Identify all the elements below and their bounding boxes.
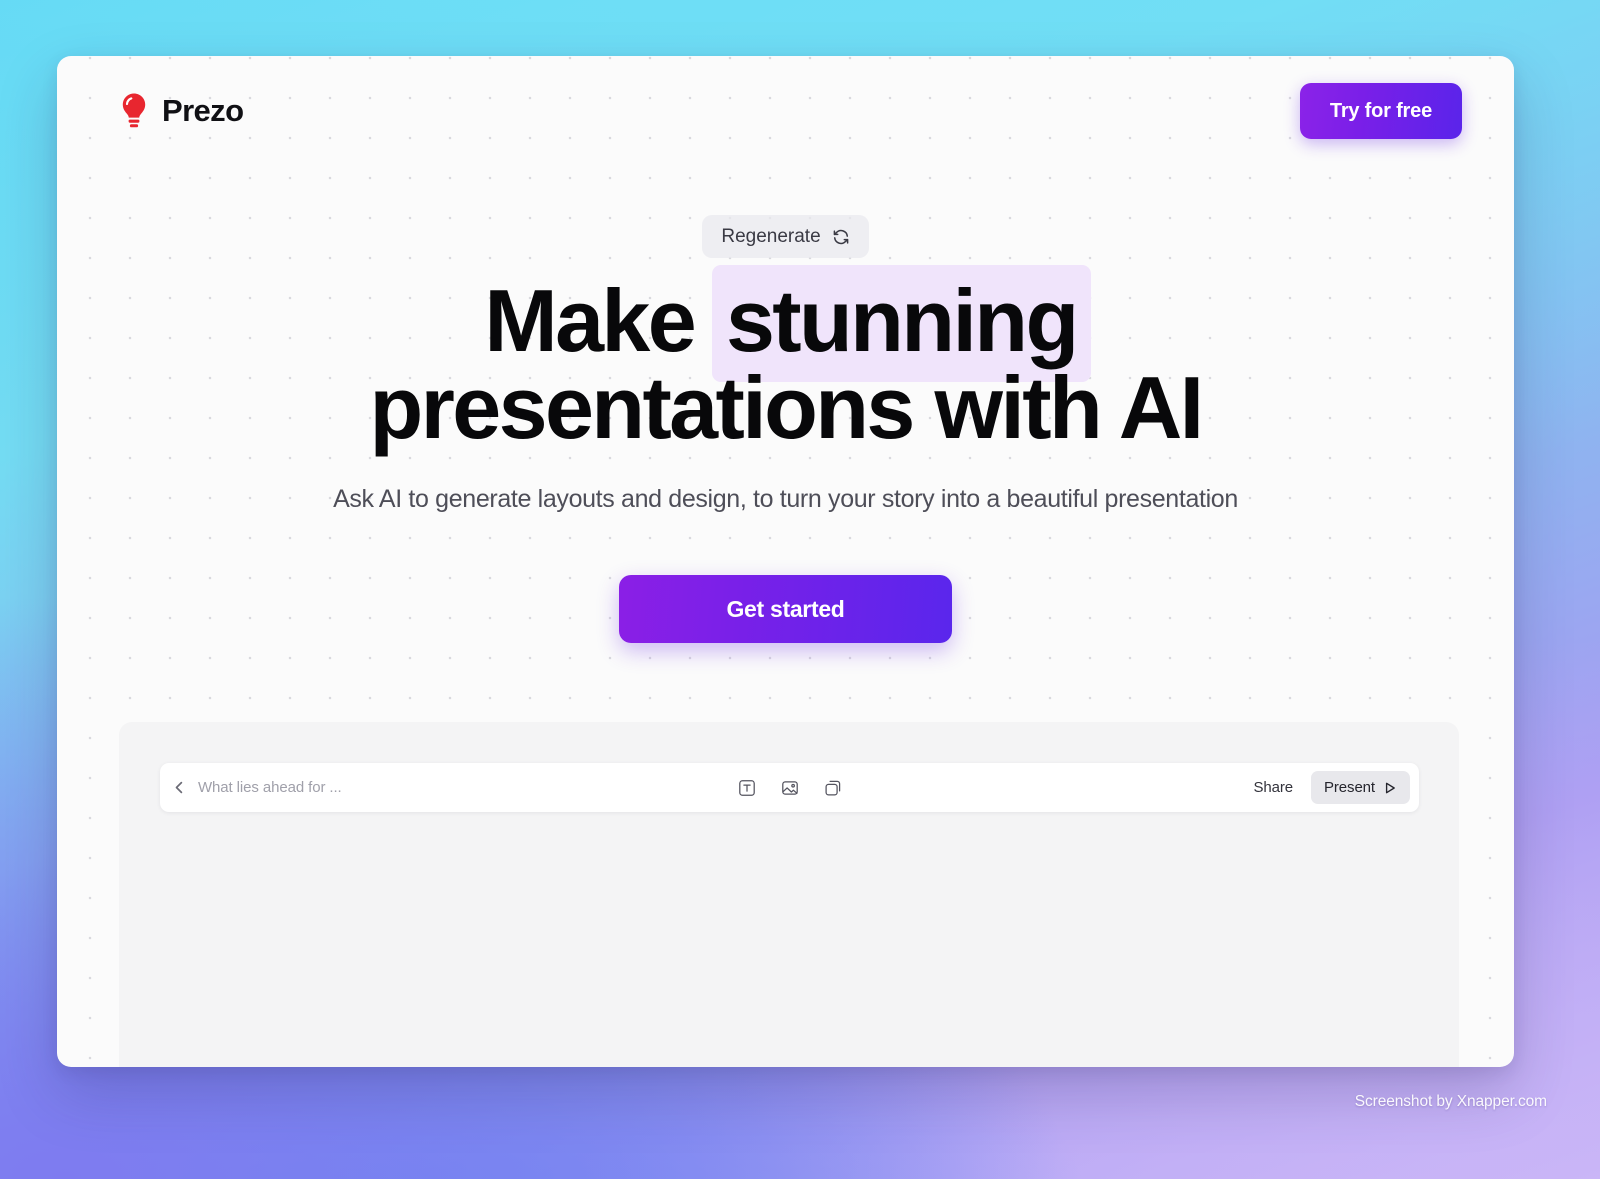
- headline-line-2: presentations with AI: [369, 358, 1204, 458]
- back-button[interactable]: [160, 763, 198, 812]
- try-for-free-button[interactable]: Try for free: [1299, 83, 1462, 139]
- text-box-icon: [738, 779, 755, 796]
- refresh-icon: [833, 229, 848, 244]
- regenerate-label: Regenerate: [721, 225, 821, 247]
- get-started-button[interactable]: Get started: [619, 575, 952, 644]
- play-icon: [1385, 782, 1395, 793]
- screenshot-watermark: Screenshot by Xnapper.com: [1354, 1093, 1547, 1110]
- desktop-background: Prezo Try for free Regenerate Make stunn…: [0, 0, 1600, 1179]
- text-tool-button[interactable]: [734, 775, 759, 800]
- shapes-icon: [824, 780, 840, 796]
- image-tool-button[interactable]: [777, 775, 802, 800]
- hero-section: Regenerate Make stunning presentations w…: [57, 166, 1514, 644]
- image-icon: [781, 780, 798, 795]
- present-label: Present: [1324, 779, 1375, 796]
- editor-actions: Share Present: [1240, 771, 1419, 804]
- share-button[interactable]: Share: [1240, 772, 1306, 803]
- shape-tool-button[interactable]: [820, 775, 845, 800]
- site-header: Prezo Try for free: [57, 56, 1514, 166]
- app-window: Prezo Try for free Regenerate Make stunn…: [57, 56, 1514, 1067]
- page-title: Make stunning presentations with AI: [369, 265, 1204, 458]
- brand-logo[interactable]: Prezo: [119, 92, 244, 130]
- headline-plain-text: Make: [484, 271, 696, 370]
- brand-name: Prezo: [162, 93, 244, 128]
- editor-toolbar: What lies ahead for ... Share Present: [160, 763, 1419, 812]
- present-button[interactable]: Present: [1311, 771, 1410, 804]
- headline-line-1: Make stunning: [369, 265, 1201, 382]
- lightbulb-icon: [122, 93, 146, 128]
- regenerate-button[interactable]: Regenerate: [702, 215, 869, 258]
- editor-tool-group: [734, 775, 845, 800]
- page-subtitle: Ask AI to generate layouts and design, t…: [333, 485, 1238, 514]
- document-title: What lies ahead for ...: [198, 779, 342, 796]
- chevron-left-icon: [175, 781, 182, 794]
- editor-preview-panel: What lies ahead for ... Share Present: [119, 722, 1459, 1067]
